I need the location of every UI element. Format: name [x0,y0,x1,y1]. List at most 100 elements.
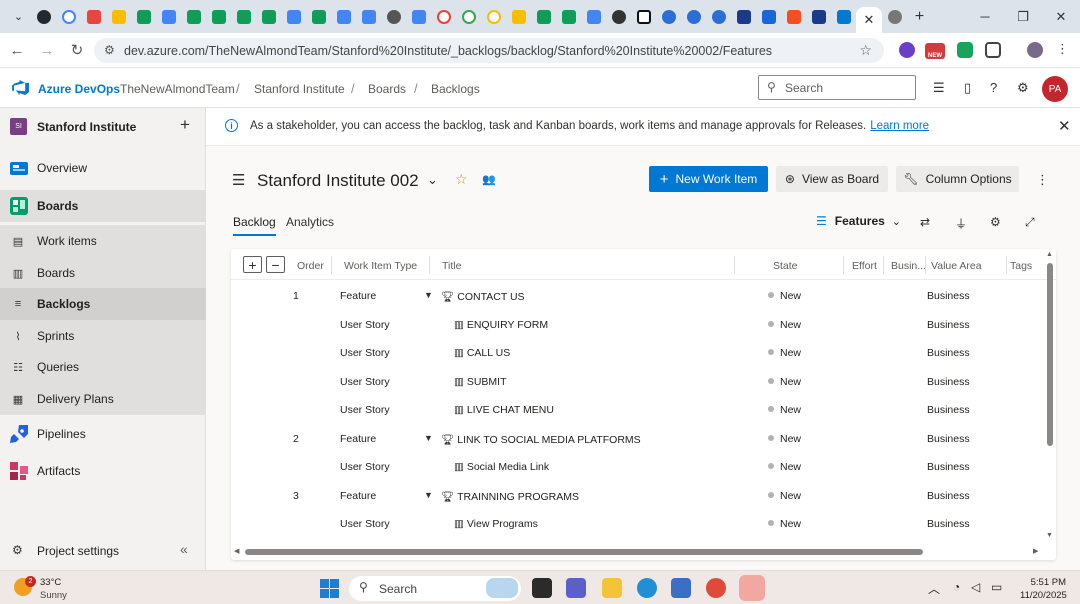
breadcrumb-backlogs[interactable]: Backlogs [431,82,480,96]
drive-tab-icon[interactable] [106,0,131,33]
filter-icon[interactable]: ⏚ [955,215,967,232]
scroll-left-arrow-icon[interactable]: ◀ [234,547,239,555]
task-list-icon[interactable]: ☰ [933,80,945,96]
chevron-down-icon[interactable]: ▼ [424,433,433,443]
docs-tab-icon[interactable] [406,0,431,33]
table-row[interactable]: 1 Feature ▼ 🏆︎ CONTACT US New Business [231,282,1041,310]
column-header-order[interactable]: Order [297,260,324,272]
search-input[interactable]: ⚲ Search [758,75,916,100]
system-clock[interactable]: 5:51 PM 11/20/2025 [1020,577,1067,601]
horizontal-scrollbar[interactable]: ◀ ▶ [231,546,1044,558]
chrome-icon[interactable] [706,578,726,598]
team-members-icon[interactable]: 👥 [482,173,496,186]
search-highlight-icon[interactable] [486,578,518,598]
openai-tab-icon[interactable] [606,0,631,33]
column-header-type[interactable]: Work Item Type [344,260,417,272]
gear-icon[interactable]: ⚙ [990,215,1001,229]
weather-temperature[interactable]: 33°C [40,577,61,588]
row-title[interactable]: ▥ SUBMIT [454,376,507,388]
tab-analytics[interactable]: Analytics [286,215,334,229]
docs-tab-icon[interactable] [581,0,606,33]
forms-tab-icon[interactable] [81,0,106,33]
breadcrumb-org[interactable]: TheNewAlmondTeam [120,82,235,96]
wifi-icon[interactable]: ◔ [953,580,960,594]
view-as-board-button[interactable]: ⊛ View as Board [776,166,888,192]
table-row[interactable]: User Story ▥ View Programs New Business [231,510,1041,538]
docs-tab-icon[interactable] [281,0,306,33]
sheets-tab-icon[interactable] [131,0,156,33]
maximize-icon[interactable]: ❐ [1004,0,1042,33]
close-icon[interactable]: ✕ [1058,117,1071,135]
sheets-tab-icon[interactable] [181,0,206,33]
google-tab-icon[interactable] [56,0,81,33]
google-tab-icon[interactable] [456,0,481,33]
back-arrow-icon[interactable]: ← [2,42,32,59]
favorite-star-icon[interactable]: ☆ [455,171,468,188]
collapse-all-button[interactable]: − [266,256,285,273]
file-explorer-icon[interactable] [602,578,622,598]
help-icon[interactable]: ? [990,80,997,95]
artifacts-tab-icon[interactable] [731,0,756,33]
github-tab-icon[interactable] [31,0,56,33]
browser-menu-icon[interactable]: ⋮ [1056,41,1072,57]
sidebar-item-queries[interactable]: ☷ Queries [0,351,206,383]
project-name[interactable]: Stanford Institute [37,120,136,134]
copilot-tab-icon[interactable] [656,0,681,33]
sheets-tab-icon[interactable] [256,0,281,33]
table-row[interactable]: User Story ▥ ENQUIRY FORM New Business [231,311,1041,339]
new-tab-plus-icon[interactable]: + [907,0,932,33]
page-title[interactable]: Stanford Institute 002 [257,171,419,191]
column-header-effort[interactable]: Effort [852,260,877,272]
weather-condition[interactable]: Sunny [40,590,67,601]
row-title[interactable]: 🏆︎ CONTACT US [441,290,525,303]
sidebar-item-artifacts[interactable]: Artifacts [0,455,206,487]
docs-tab-icon[interactable] [356,0,381,33]
learn-more-link[interactable]: Learn more [870,120,929,132]
sidebar-item-pipelines[interactable]: Pipelines [0,418,206,450]
docs-tab-icon[interactable] [156,0,181,33]
row-title[interactable]: ▥ View Programs [454,518,538,530]
google-tab-icon[interactable] [431,0,456,33]
store-icon[interactable] [671,578,691,598]
sheets-tab-icon[interactable] [556,0,581,33]
sheets-tab-icon[interactable] [206,0,231,33]
artifacts-tab-icon[interactable] [806,0,831,33]
table-row[interactable]: User Story ▥ CALL US New Business [231,339,1041,367]
tray-chevron-up-icon[interactable]: ︿ [928,580,940,597]
tab-list-chevron-icon[interactable]: ⌄ [6,0,31,33]
collapse-sidebar-icon[interactable]: « [180,541,188,557]
extension-icon[interactable] [899,42,915,58]
more-actions-icon[interactable]: ⋮ [1036,172,1049,188]
breadcrumb-boards[interactable]: Boards [368,82,406,96]
extensions-puzzle-icon[interactable] [985,42,1001,58]
user-settings-icon[interactable]: ⚙ [1017,80,1029,96]
table-row[interactable]: User Story ▥ SUBMIT New Business [231,368,1041,396]
chevron-down-icon[interactable]: ▼ [424,290,433,300]
window-close-icon[interactable]: ✕ [1042,0,1080,33]
sheets-tab-icon[interactable] [231,0,256,33]
project-header[interactable]: SI Stanford Institute + [0,108,206,146]
copilot-tab-icon[interactable] [681,0,706,33]
product-name[interactable]: Azure DevOps [38,82,120,96]
scroll-up-arrow-icon[interactable]: ▲ [1046,251,1053,258]
task-view-icon[interactable] [532,578,552,598]
sidebar-item-boards[interactable]: Boards [0,190,206,222]
expand-all-button[interactable]: + [243,256,262,273]
chrome-tab-icon[interactable] [882,0,907,33]
column-options-button[interactable]: 🔧︎ Column Options [896,166,1019,192]
table-row[interactable]: 2 Feature ▼ 🏆︎ LINK TO SOCIAL MEDIA PLATFOR… [231,425,1041,453]
sidebar-item-work-items[interactable]: ▤ Work items [0,225,206,257]
teams-icon[interactable] [566,578,586,598]
chevron-down-icon[interactable]: ⌄ [427,172,438,188]
sidebar-item-boards-sub[interactable]: ▥ Boards [0,257,206,289]
table-row[interactable]: 3 Feature ▼ 🏆︎ TRAINNING PROGRAMS New Busines… [231,482,1041,510]
row-title[interactable]: ▥ ENQUIRY FORM [454,319,548,331]
chevron-down-icon[interactable]: ▼ [424,490,433,500]
url-field[interactable]: ⚙ dev.azure.com/TheNewAlmondTeam/Stanfor… [94,38,884,63]
windows-start-icon[interactable] [320,579,339,598]
extension-icon[interactable] [957,42,973,58]
docs-tab-icon[interactable] [331,0,356,33]
table-row[interactable]: User Story ▥ LIVE CHAT MENU New Business [231,396,1041,424]
breadcrumb-project[interactable]: Stanford Institute [254,82,345,96]
drive-tab-icon[interactable] [506,0,531,33]
